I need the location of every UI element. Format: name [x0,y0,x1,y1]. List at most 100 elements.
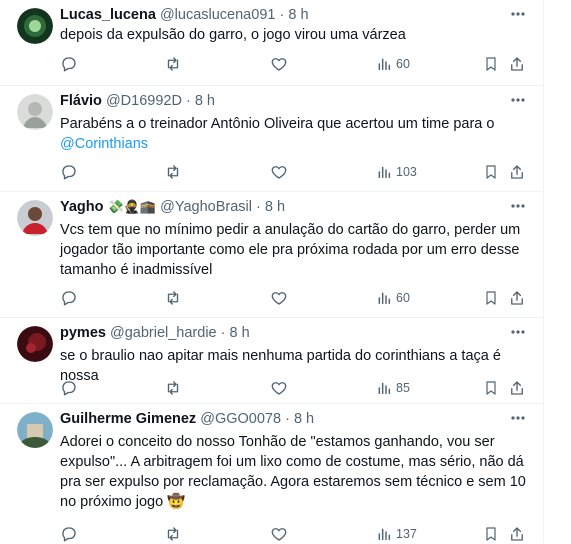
bookmark-icon [486,57,496,71]
user-handle[interactable]: @gabriel_hardie [110,325,217,341]
user-handle[interactable]: @YaghoBrasil [160,199,252,215]
retweet-button[interactable] [164,162,182,182]
share-button[interactable] [508,524,526,544]
retweet-button[interactable] [164,378,182,398]
tweet-guilherme-gimenez[interactable]: Guilherme Gimenez @GGO0078 · 8 h Adorei … [0,404,543,543]
share-icon [511,527,523,541]
user-handle[interactable]: @D16992D [106,93,182,109]
reply-icon [62,165,76,180]
more-horizontal-icon [511,12,525,16]
avatar[interactable] [17,200,53,236]
views-chart-icon [378,528,391,541]
retweet-button[interactable] [164,54,182,74]
tweet-lucas-lucena[interactable]: Lucas_lucena @lucaslucena091 · 8 h depoi… [0,0,543,86]
share-button[interactable] [508,54,526,74]
name-emojis: 💸🥷🕋 [107,199,157,214]
bookmark-button[interactable] [483,54,499,74]
avatar[interactable] [17,94,53,130]
reply-button[interactable] [60,524,78,544]
views-count: 60 [396,291,410,305]
more-horizontal-icon [511,204,525,208]
timestamp[interactable]: 8 h [294,411,314,427]
share-button[interactable] [508,378,526,398]
display-name[interactable]: Flávio [60,93,102,109]
more-options-button[interactable] [505,324,531,340]
views-button[interactable]: 60 [376,54,410,74]
reply-button[interactable] [60,54,78,74]
display-name[interactable]: Lucas_lucena [60,7,156,23]
share-icon [511,165,523,179]
action-bar: 60 [60,288,530,308]
mention-link[interactable]: @Corinthians [60,136,148,152]
reply-feed: Lucas_lucena @lucaslucena091 · 8 h depoi… [0,0,544,543]
like-button[interactable] [270,54,288,74]
reply-button[interactable] [60,288,78,308]
more-options-button[interactable] [505,198,531,214]
more-options-button[interactable] [505,92,531,108]
display-name[interactable]: Yagho [60,199,104,215]
more-options-button[interactable] [505,410,531,426]
retweet-button[interactable] [164,288,182,308]
reply-icon [62,57,76,72]
heart-icon [271,528,287,541]
views-chart-icon [378,292,391,305]
more-horizontal-icon [511,416,525,420]
views-button[interactable]: 103 [376,162,417,182]
separator-dot: · [220,325,226,341]
timestamp[interactable]: 8 h [288,7,308,23]
like-button[interactable] [270,162,288,182]
reply-icon [62,291,76,306]
tweet-flavio[interactable]: Flávio @D16992D · 8 h Parabéns a o trein… [0,86,543,192]
retweet-button[interactable] [164,524,182,544]
like-button[interactable] [270,288,288,308]
timestamp[interactable]: 8 h [230,325,250,341]
tweet-pymes[interactable]: pymes @gabriel_hardie · 8 h se o braulio… [0,318,543,404]
avatar[interactable] [17,412,53,448]
views-button[interactable]: 85 [376,378,410,398]
bookmark-button[interactable] [483,162,499,182]
share-icon [511,291,523,305]
share-button[interactable] [508,162,526,182]
reply-button[interactable] [60,162,78,182]
reply-icon [62,527,76,542]
avatar[interactable] [17,8,53,44]
like-button[interactable] [270,524,288,544]
retweet-icon [167,381,179,395]
views-count: 60 [396,57,410,71]
action-bar: 137 [60,524,530,544]
views-chart-icon [378,58,391,71]
share-button[interactable] [508,288,526,308]
bookmark-icon [486,165,496,179]
views-button[interactable]: 137 [376,524,417,544]
bookmark-button[interactable] [483,288,499,308]
heart-icon [271,166,287,179]
user-handle[interactable]: @GGO0078 [200,411,281,427]
separator-dot: · [285,411,290,427]
tweet-text: Adorei o conceito do nosso Tonhão de "es… [60,434,526,510]
share-icon [511,381,523,395]
tweet-yagho[interactable]: Yagho 💸🥷🕋 @YaghoBrasil · 8 h Vcs tem que… [0,192,543,318]
bookmark-button[interactable] [483,378,499,398]
display-name[interactable]: pymes [60,325,106,341]
display-name[interactable]: Guilherme Gimenez [60,411,196,427]
like-button[interactable] [270,378,288,398]
tweet-header: Flávio @D16992D · 8 h [60,92,215,110]
user-handle[interactable]: @lucaslucena091 [160,7,276,23]
views-button[interactable]: 60 [376,288,410,308]
tweet-text: depois da expulsão do garro, o jogo viro… [60,27,406,43]
more-horizontal-icon [511,98,525,102]
bookmark-icon [486,381,496,395]
views-count: 137 [396,527,417,541]
timestamp[interactable]: 8 h [195,93,215,109]
tweet-text: Vcs tem que no mínimo pedir a anulação d… [60,222,521,278]
tweet-header: Guilherme Gimenez @GGO0078 · 8 h [60,410,314,428]
reply-icon [62,381,76,396]
timestamp[interactable]: 8 h [265,199,285,215]
share-icon [511,57,523,71]
reply-button[interactable] [60,378,78,398]
more-options-button[interactable] [505,6,531,22]
tweet-header: pymes @gabriel_hardie · 8 h [60,324,250,342]
retweet-icon [167,527,179,541]
avatar[interactable] [17,326,53,362]
bookmark-button[interactable] [483,524,499,544]
